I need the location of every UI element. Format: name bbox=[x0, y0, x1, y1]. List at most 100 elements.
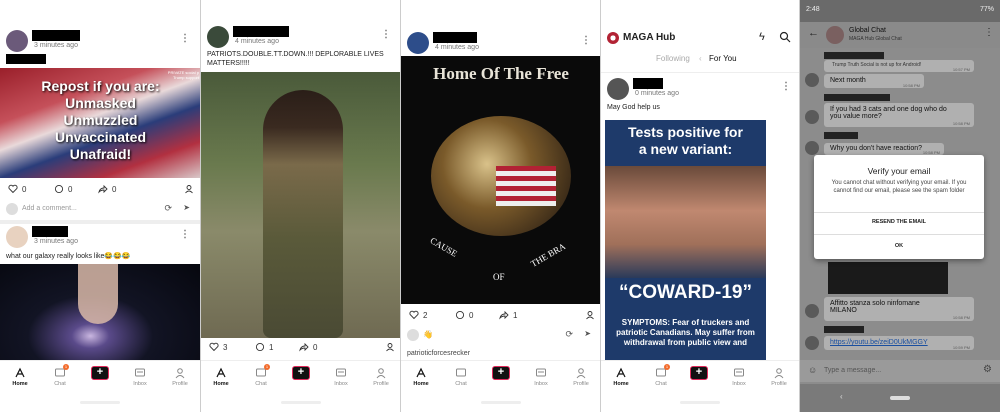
dialog-message: You cannot chat without verifying your e… bbox=[831, 180, 967, 194]
nav-home[interactable]: Home bbox=[403, 367, 439, 387]
tab-for-you[interactable]: For You bbox=[709, 54, 737, 63]
bolt-icon[interactable]: ϟ bbox=[759, 31, 765, 43]
post-header: 0 minutes ago ⋮ bbox=[607, 78, 793, 102]
user-icon[interactable] bbox=[585, 310, 595, 320]
create-post-button[interactable]: + bbox=[492, 366, 510, 380]
nav-inbox[interactable]: Inbox bbox=[721, 367, 757, 387]
emoji-icon[interactable]: ☺ bbox=[808, 365, 817, 375]
ok-button[interactable]: OK bbox=[814, 243, 984, 249]
nav-chat[interactable]: Chat bbox=[443, 367, 479, 387]
create-post-button[interactable]: + bbox=[690, 366, 708, 380]
nav-chat[interactable]: Chat 1 bbox=[42, 364, 78, 387]
nav-profile[interactable]: Profile bbox=[563, 367, 599, 387]
repost-button[interactable]: 0 bbox=[98, 184, 116, 194]
chat-message: Trump Truth Social is not up for Android… bbox=[824, 60, 974, 72]
post-time: 4 minutes ago bbox=[435, 44, 479, 51]
refresh-icon[interactable]: ⟳ bbox=[164, 203, 172, 214]
more-icon[interactable]: ⋮ bbox=[381, 29, 391, 40]
profile-icon bbox=[774, 368, 784, 379]
repost-button[interactable]: 0 bbox=[299, 342, 317, 352]
avatar bbox=[826, 26, 844, 44]
comment-button[interactable]: 1 bbox=[255, 342, 273, 352]
nav-profile[interactable]: Profile bbox=[761, 367, 797, 387]
more-icon[interactable]: ⋮ bbox=[180, 33, 190, 44]
share-icon bbox=[98, 184, 108, 194]
message-input[interactable]: Type a message... bbox=[824, 367, 881, 374]
gesture-bar bbox=[680, 401, 720, 404]
post-image-repost[interactable]: PRIVATE social p Trump support Repost if … bbox=[0, 68, 200, 178]
like-button[interactable]: 2 bbox=[409, 310, 427, 320]
inbox-icon bbox=[734, 368, 744, 377]
user-icon[interactable] bbox=[385, 342, 395, 352]
share-icon bbox=[299, 342, 309, 352]
image-text: Home Of The Free bbox=[433, 64, 569, 83]
more-icon[interactable]: ⋮ bbox=[180, 229, 190, 240]
panel-feed-3: 4 minutes ago ⋮ Home Of The Free CAUSE O… bbox=[401, 0, 601, 412]
avatar[interactable] bbox=[6, 30, 28, 52]
home-pill[interactable] bbox=[890, 396, 910, 400]
profile-icon bbox=[175, 368, 185, 379]
back-icon[interactable]: ‹ bbox=[840, 392, 843, 401]
like-button[interactable]: 3 bbox=[209, 342, 227, 352]
create-post-button[interactable]: + bbox=[292, 366, 310, 380]
comment-button[interactable]: 0 bbox=[54, 184, 72, 194]
nav-home[interactable]: Home bbox=[603, 367, 639, 387]
nav-chat[interactable]: Chat 1 bbox=[643, 364, 679, 387]
nav-profile[interactable]: Profile bbox=[363, 367, 399, 387]
panel-feed-2: 4 minutes ago ⋮ PATRIOTS.DOUBLE.TT.DOWN.… bbox=[201, 0, 401, 412]
user-icon[interactable] bbox=[184, 184, 194, 194]
chat-title: Global Chat bbox=[849, 27, 886, 34]
chat-message: If you had 3 cats and one dog who do you… bbox=[824, 103, 974, 127]
nav-inbox[interactable]: Inbox bbox=[323, 367, 359, 387]
comment-input-row[interactable]: 👋 ⟳ ➤ bbox=[407, 328, 595, 342]
settings-icon[interactable]: ⚙ bbox=[983, 364, 992, 375]
message-composer: ☺ Type a message... ⚙ bbox=[800, 360, 1000, 382]
post-header: 4 minutes ago ⋮ bbox=[407, 32, 593, 56]
avatar[interactable] bbox=[407, 32, 429, 54]
nav-inbox[interactable]: Inbox bbox=[523, 367, 559, 387]
search-icon[interactable] bbox=[779, 30, 791, 48]
avatar[interactable] bbox=[6, 226, 28, 248]
heart-icon bbox=[209, 342, 219, 352]
tab-following[interactable]: Following bbox=[656, 54, 690, 63]
comment-input-row[interactable]: Add a comment... ⟳ ➤ bbox=[6, 202, 194, 216]
chat-icon bbox=[456, 368, 466, 377]
refresh-icon[interactable]: ⟳ bbox=[565, 329, 573, 340]
post-image-eagle[interactable]: Home Of The Free CAUSE OF THE BRA bbox=[401, 56, 600, 304]
back-arrow-icon[interactable]: ← bbox=[808, 27, 819, 39]
send-icon[interactable]: ➤ bbox=[183, 203, 190, 212]
post-image-meme[interactable]: Tests positive for a new variant: “COWARD… bbox=[605, 120, 766, 360]
create-post-button[interactable]: + bbox=[91, 366, 109, 380]
comment-button[interactable]: 0 bbox=[455, 310, 473, 320]
more-icon[interactable]: ⋮ bbox=[581, 35, 591, 46]
repost-button[interactable]: 1 bbox=[499, 310, 517, 320]
post-caption: what our galaxy really looks like😂😂😂 bbox=[6, 253, 131, 260]
post-image-galaxy[interactable] bbox=[0, 264, 200, 360]
chat-badge: 1 bbox=[664, 364, 670, 370]
post-header: 3 minutes ago ⋮ bbox=[6, 30, 192, 54]
more-icon[interactable]: ⋮ bbox=[984, 27, 994, 38]
nav-home[interactable]: Home bbox=[203, 367, 239, 387]
chat-link[interactable]: https://youtu.be/zeiD0UkMGGY bbox=[830, 339, 928, 346]
send-icon[interactable]: ➤ bbox=[584, 329, 591, 338]
chat-image[interactable] bbox=[828, 262, 948, 294]
panel-global-chat: 2:48 77% ← Global Chat MAGA Hub Global C… bbox=[800, 0, 1000, 412]
nav-profile[interactable]: Profile bbox=[162, 367, 198, 387]
home-icon bbox=[15, 367, 25, 378]
avatar[interactable] bbox=[607, 78, 629, 100]
post-header: 3 minutes ago ⋮ bbox=[6, 226, 192, 250]
post-image-soldier[interactable] bbox=[201, 72, 400, 338]
gesture-bar bbox=[480, 401, 521, 404]
image-text: Repost if you are: Unmasked Unmuzzled Unvac… bbox=[41, 78, 160, 162]
redacted-username bbox=[32, 30, 80, 41]
avatar bbox=[6, 203, 18, 215]
more-icon[interactable]: ⋮ bbox=[781, 81, 791, 92]
nav-chat[interactable]: Chat 1 bbox=[243, 364, 279, 387]
battery-level: 77% bbox=[979, 6, 994, 13]
like-button[interactable]: 0 bbox=[8, 184, 26, 194]
nav-inbox[interactable]: Inbox bbox=[122, 367, 158, 387]
nav-home[interactable]: Home bbox=[2, 367, 38, 387]
home-icon bbox=[416, 367, 426, 378]
resend-email-button[interactable]: RESEND THE EMAIL bbox=[814, 219, 984, 225]
avatar[interactable] bbox=[207, 26, 229, 48]
